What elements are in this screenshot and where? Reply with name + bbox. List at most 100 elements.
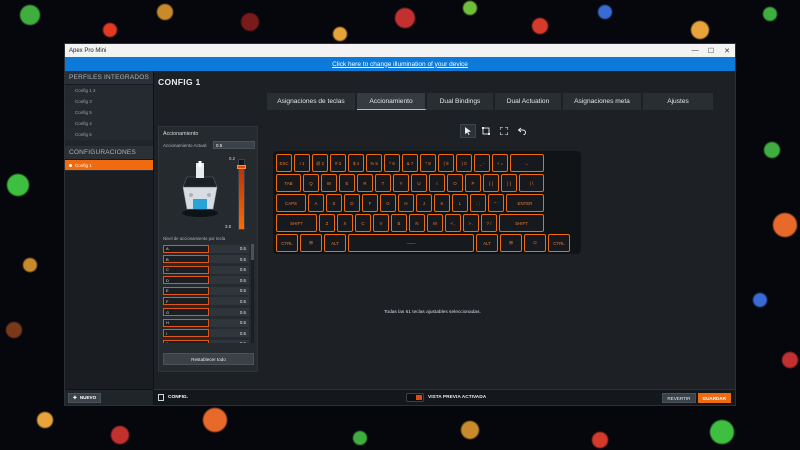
level-row[interactable]: D 0.5 — [163, 276, 249, 285]
sidebar-item-integrated-2[interactable]: Config 3 — [65, 96, 153, 107]
tab-meta-bindings[interactable]: Asignaciones meta — [563, 93, 643, 110]
keyboard-key[interactable]: L — [452, 194, 468, 212]
keyboard-key[interactable]: ALT — [324, 234, 346, 252]
keyboard-key[interactable]: ENTER — [506, 194, 544, 212]
config-button[interactable]: CONFIG. — [158, 393, 188, 403]
keyboard-key[interactable]: V — [373, 214, 389, 232]
keyboard-key[interactable]: ⊞ — [300, 234, 322, 252]
keyboard-key[interactable]: ) 0 — [456, 154, 472, 172]
maximize-button[interactable]: ☐ — [703, 47, 719, 55]
undo-tool[interactable] — [514, 124, 530, 138]
level-row[interactable]: G 0.5 — [163, 308, 249, 317]
level-row[interactable]: E 0.5 — [163, 286, 249, 295]
minimize-button[interactable]: — — [687, 47, 703, 54]
keyboard-key[interactable]: X — [337, 214, 353, 232]
keyboard-key[interactable]: J — [416, 194, 432, 212]
keyboard-key[interactable]: % 5 — [366, 154, 382, 172]
illumination-link[interactable]: Click here to change illumination of you… — [332, 61, 468, 68]
keyboard-key[interactable]: } ] — [501, 174, 517, 192]
keyboard-key[interactable]: W — [321, 174, 337, 192]
reset-all-button[interactable]: Restablecer todo — [163, 353, 254, 365]
select-box-tool[interactable] — [478, 124, 494, 138]
keyboard-key[interactable]: Y — [393, 174, 409, 192]
revert-button[interactable]: REVERTIR — [662, 393, 696, 403]
level-row[interactable]: F 0.5 — [163, 297, 249, 306]
keyboard-key[interactable]: ⊞ — [500, 234, 522, 252]
keyboard-key[interactable]: & 7 — [402, 154, 418, 172]
keyboard-key[interactable]: K — [434, 194, 450, 212]
keyboard-key[interactable]: B — [391, 214, 407, 232]
keyboard-key[interactable]: —— — [348, 234, 474, 252]
keyboard-key[interactable]: M — [427, 214, 443, 232]
keyboard-key[interactable]: F — [362, 194, 378, 212]
level-row[interactable]: B 0.5 — [163, 255, 249, 264]
keyboard-key[interactable]: CTRL — [548, 234, 570, 252]
keyboard-key[interactable]: > . — [463, 214, 479, 232]
keyboard-key[interactable]: ? / — [481, 214, 497, 232]
keyboard-key[interactable]: C — [355, 214, 371, 232]
keyboard-key[interactable]: R — [357, 174, 373, 192]
keyboard-key[interactable]: " ' — [488, 194, 504, 212]
scrollbar-thumb[interactable] — [251, 244, 254, 260]
sidebar-item-integrated-3[interactable]: Config 5 — [65, 107, 153, 118]
keyboard-key[interactable]: @ 2 — [312, 154, 328, 172]
actuation-slider-thumb[interactable] — [237, 165, 246, 170]
level-row[interactable]: I 0.5 — [163, 329, 249, 338]
sidebar-item-integrated-1[interactable]: Config 1 2 — [65, 85, 153, 96]
save-button[interactable]: GUARDAR — [697, 393, 731, 403]
keyboard-key[interactable]: E — [339, 174, 355, 192]
keyboard-key[interactable]: # 3 — [330, 154, 346, 172]
level-row[interactable]: C 0.5 — [163, 265, 249, 274]
keyboard-key[interactable]: A — [308, 194, 324, 212]
keyboard-key[interactable]: ← — [510, 154, 544, 172]
keyboard-key[interactable]: ( 9 — [438, 154, 454, 172]
keyboard-key[interactable]: SHIFT — [499, 214, 544, 232]
level-row[interactable]: J0.5 — [163, 339, 249, 343]
pointer-tool[interactable] — [460, 124, 476, 138]
keyboard-key[interactable]: O — [447, 174, 463, 192]
level-list-scrollbar[interactable] — [251, 244, 254, 343]
keyboard-key[interactable]: H — [398, 194, 414, 212]
keyboard-key[interactable]: $ 4 — [348, 154, 364, 172]
keyboard-key[interactable]: ^ 6 — [384, 154, 400, 172]
keyboard-key[interactable]: ESC — [276, 154, 292, 172]
keyboard-key[interactable]: | \ — [519, 174, 544, 192]
keyboard-key[interactable]: CAPS — [276, 194, 306, 212]
keyboard-key[interactable]: I — [429, 174, 445, 192]
sidebar-item-config-1[interactable]: Config 1 — [65, 160, 153, 171]
tab-dual-actuation[interactable]: Dual Actuation — [495, 93, 563, 110]
keyboard-key[interactable]: N — [409, 214, 425, 232]
keyboard-key[interactable]: SHIFT — [276, 214, 317, 232]
keyboard-key[interactable]: P — [465, 174, 481, 192]
keyboard-key[interactable]: U — [411, 174, 427, 192]
keyboard-key[interactable]: D — [344, 194, 360, 212]
keyboard-key[interactable]: TAB — [276, 174, 301, 192]
tab-dual-bindings[interactable]: Dual Bindings — [427, 93, 495, 110]
close-button[interactable]: ✕ — [719, 47, 735, 55]
actual-actuation-input[interactable]: 0.5 — [213, 141, 255, 149]
sidebar-item-integrated-4[interactable]: Config 4 — [65, 118, 153, 129]
tab-settings[interactable]: Ajustes — [643, 93, 715, 110]
level-row[interactable]: A 0.5 — [163, 244, 249, 253]
keyboard-key[interactable]: + = — [492, 154, 508, 172]
keyboard-key[interactable]: G — [380, 194, 396, 212]
keyboard-key[interactable]: ⊙ — [524, 234, 546, 252]
keyboard-key[interactable]: * 8 — [420, 154, 436, 172]
preview-toggle[interactable] — [406, 393, 424, 402]
keyboard-key[interactable]: CTRL — [276, 234, 298, 252]
keyboard-key[interactable]: ! 1 — [294, 154, 310, 172]
tab-key-bindings[interactable]: Asignaciones de teclas — [267, 93, 357, 110]
level-row[interactable]: H 0.5 — [163, 318, 249, 327]
keyboard-key[interactable]: : ; — [470, 194, 486, 212]
fullscreen-tool[interactable] — [496, 124, 512, 138]
keyboard-key[interactable]: S — [326, 194, 342, 212]
keyboard-key[interactable]: { [ — [483, 174, 499, 192]
tab-actuation[interactable]: Accionamiento — [357, 93, 427, 110]
keyboard-key[interactable]: Z — [319, 214, 335, 232]
keyboard-key[interactable]: ALT — [476, 234, 498, 252]
keyboard-key[interactable]: Q — [303, 174, 319, 192]
actuation-slider[interactable] — [237, 159, 246, 230]
new-config-button[interactable]: ✚ NUEVO — [68, 392, 102, 403]
keyboard-key[interactable]: T — [375, 174, 391, 192]
sidebar-item-integrated-5[interactable]: Config 6 — [65, 129, 153, 140]
